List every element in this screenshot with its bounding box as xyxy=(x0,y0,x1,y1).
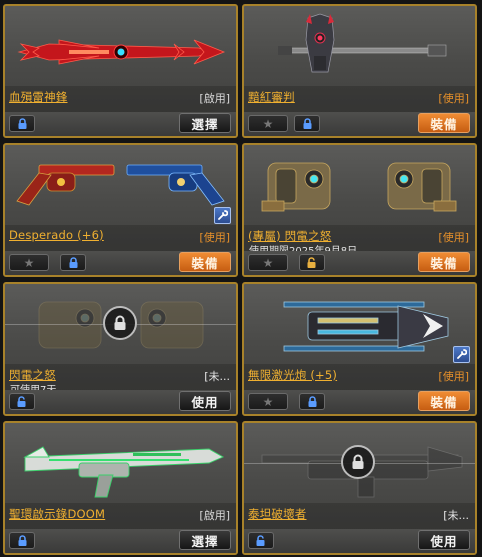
status-tag: [使用] xyxy=(438,231,469,244)
star-icon: ★ xyxy=(262,255,274,270)
lock-button[interactable] xyxy=(60,254,86,271)
status-tag: [啟用] xyxy=(199,509,230,522)
favorite-button[interactable]: ★ xyxy=(248,393,288,410)
weapon-card-6[interactable]: 無限激光炮 (+5) [使用] ★ 裝備 xyxy=(242,282,477,416)
unlock-icon xyxy=(17,395,26,407)
weapon-name[interactable]: 黯紅審判 xyxy=(248,89,295,105)
lock-icon xyxy=(18,534,26,546)
wrench-icon xyxy=(218,210,228,220)
lock-icon xyxy=(114,315,126,330)
weapon-image xyxy=(9,10,232,88)
weapon-name[interactable]: 泰坦破壞者 xyxy=(248,506,307,522)
enhance-button[interactable] xyxy=(214,207,231,224)
equip-button[interactable]: 裝備 xyxy=(418,252,470,272)
unlock-icon xyxy=(256,534,265,546)
use-button[interactable]: 使用 xyxy=(179,391,231,411)
unlock-button[interactable] xyxy=(299,254,325,271)
weapon-card-3[interactable]: Desperado (+6) [使用] ★ 裝備 xyxy=(3,143,238,277)
lock-button[interactable] xyxy=(9,532,35,549)
status-tag: [使用] xyxy=(438,370,469,383)
weapon-name[interactable]: Desperado (+6) xyxy=(9,228,104,242)
lock-button[interactable] xyxy=(294,115,320,132)
status-tag: [使用] xyxy=(199,231,230,244)
star-icon: ★ xyxy=(23,255,35,270)
weapon-name[interactable]: 無限激光炮 (+5) xyxy=(248,367,337,383)
unlock-icon xyxy=(307,256,316,268)
lock-icon xyxy=(69,256,77,268)
weapon-card-2[interactable]: 黯紅審判 [使用] ★ 裝備 xyxy=(242,4,477,138)
weapon-image xyxy=(9,149,232,227)
status-tag: [未... xyxy=(204,370,230,383)
star-icon: ★ xyxy=(262,394,274,409)
weapon-image xyxy=(248,10,471,88)
select-button[interactable]: 選擇 xyxy=(179,530,231,550)
enhance-button[interactable] xyxy=(453,346,470,363)
wrench-icon xyxy=(457,349,467,359)
equip-button[interactable]: 裝備 xyxy=(418,391,470,411)
lock-icon xyxy=(352,454,364,469)
locked-badge xyxy=(103,306,137,340)
lock-icon xyxy=(308,395,316,407)
status-tag: [啟用] xyxy=(199,92,230,105)
select-button[interactable]: 選擇 xyxy=(179,113,231,133)
weapon-card-5[interactable]: 閃電之怒 [未... 可使用7天 使用 xyxy=(3,282,238,416)
lock-button[interactable] xyxy=(299,393,325,410)
equip-button[interactable]: 裝備 xyxy=(179,252,231,272)
status-tag: [使用] xyxy=(438,92,469,105)
unlock-button[interactable] xyxy=(248,532,274,549)
star-icon: ★ xyxy=(262,116,274,131)
favorite-button[interactable]: ★ xyxy=(248,115,288,132)
equip-button[interactable]: 裝備 xyxy=(418,113,470,133)
favorite-button[interactable]: ★ xyxy=(248,254,288,271)
lock-icon xyxy=(18,117,26,129)
status-tag: [未... xyxy=(443,509,469,522)
weapon-card-8[interactable]: 泰坦破壞者 [未... 使用 xyxy=(242,421,477,555)
weapon-image xyxy=(248,149,471,227)
favorite-button[interactable]: ★ xyxy=(9,254,49,271)
locked-badge xyxy=(341,445,375,479)
lock-icon xyxy=(303,117,311,129)
weapon-image xyxy=(9,427,232,505)
weapon-card-7[interactable]: 聖環啟示錄DOOM [啟用] 選擇 xyxy=(3,421,238,555)
weapon-card-1[interactable]: 血殞雷神鋒 [啟用] 選擇 xyxy=(3,4,238,138)
weapon-card-4[interactable]: (專屬) 閃電之怒 [使用] 使用期限2025年9月8日 ★ 裝備 xyxy=(242,143,477,277)
weapon-name[interactable]: 血殞雷神鋒 xyxy=(9,89,68,105)
weapon-image xyxy=(248,288,471,366)
lock-button[interactable] xyxy=(9,115,35,132)
weapon-name[interactable]: 聖環啟示錄DOOM xyxy=(9,506,105,522)
use-button[interactable]: 使用 xyxy=(418,530,470,550)
unlock-button[interactable] xyxy=(9,393,35,410)
